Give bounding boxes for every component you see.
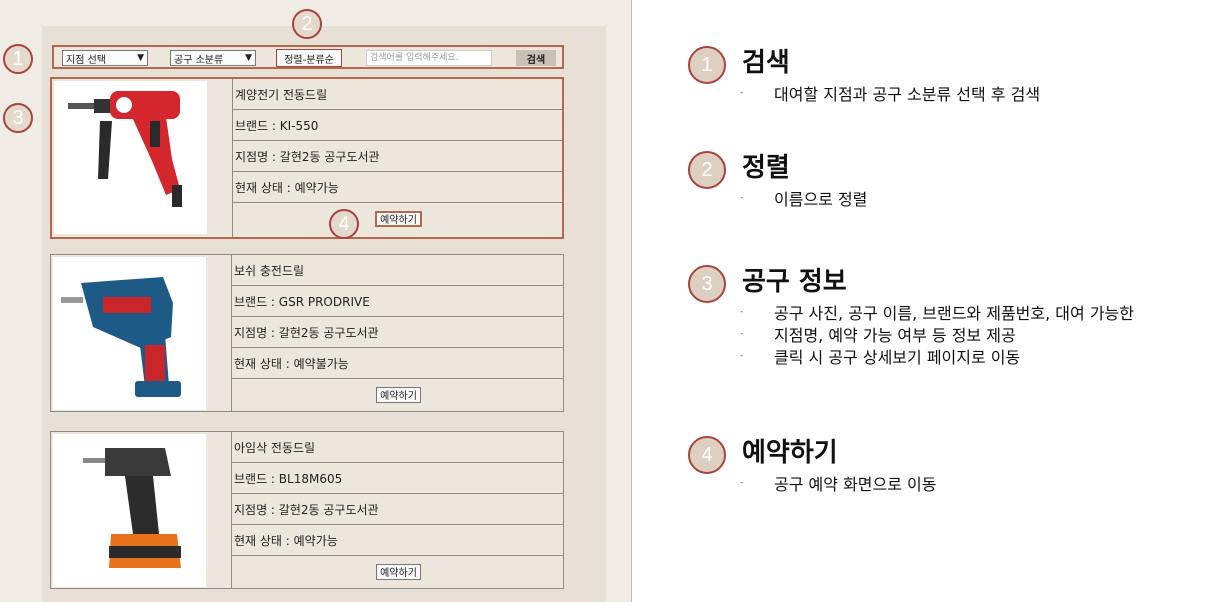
category-select[interactable]: 공구 소분류 ▼ xyxy=(170,50,256,66)
bullet-item: 대여할 지점과 공구 소분류 선택 후 검색 xyxy=(740,82,1040,106)
marker-4: 4 xyxy=(329,209,359,239)
marker-3: 3 xyxy=(3,103,33,133)
reserve-button[interactable]: 예약하기 xyxy=(375,210,422,227)
search-button[interactable]: 검색 xyxy=(516,50,556,66)
section-number: 2 xyxy=(688,151,726,189)
cordless-screwdriver-icon xyxy=(53,257,206,410)
reserve-row: 예약하기 xyxy=(232,379,563,410)
tool-brand: 브랜드 : GSR PRODRIVE xyxy=(232,286,563,317)
section-title: 정렬 xyxy=(742,153,790,183)
tool-name: 계양전기 전동드릴 xyxy=(233,79,562,110)
marker-1: 1 xyxy=(3,44,33,74)
tool-status: 현재 상태 : 예약가능 xyxy=(233,172,562,203)
section-title: 검색 xyxy=(742,48,790,78)
marker-2: 2 xyxy=(292,9,322,39)
section-number: 3 xyxy=(688,265,726,303)
tool-branch: 지점명 : 갈현2동 공구도서관 xyxy=(232,494,563,525)
marker-label: 2 xyxy=(301,12,313,35)
category-select-value: 공구 소분류 xyxy=(174,54,224,66)
section-bullets: 대여할 지점과 공구 소분류 선택 후 검색 xyxy=(740,82,1040,106)
search-input[interactable] xyxy=(366,50,492,66)
chevron-down-icon: ▼ xyxy=(245,53,252,63)
section-bullets: 공구 예약 화면으로 이동 xyxy=(740,472,936,496)
tool-name: 보쉬 충전드릴 xyxy=(232,255,563,286)
bullet-item: 지점명, 예약 가능 여부 등 정보 제공 xyxy=(740,323,1134,347)
section-number: 1 xyxy=(688,46,726,84)
branch-select-value: 지점 선택 xyxy=(66,54,106,66)
corded-drill-icon xyxy=(54,81,207,234)
marker-label: 1 xyxy=(12,47,24,70)
tool-brand: 브랜드 : KI-550 xyxy=(233,110,562,141)
tool-info: 아임삭 전동드릴 브랜드 : BL18M605 지점명 : 갈현2동 공구도서관… xyxy=(231,432,563,588)
reserve-row: 예약하기 xyxy=(232,556,563,587)
chevron-down-icon: ▼ xyxy=(137,53,144,63)
bullet-item: 공구 사진, 공구 이름, 브랜드와 제품번호, 대여 가능한 xyxy=(740,301,1134,325)
bullet-item: 이름으로 정렬 xyxy=(740,187,867,211)
sort-button[interactable]: 정렬-분류순 xyxy=(276,49,342,67)
bullet-item: 클릭 시 공구 상세보기 페이지로 이동 xyxy=(740,345,1134,369)
reserve-row: 예약하기 xyxy=(233,203,562,234)
tool-card[interactable]: 보쉬 충전드릴 브랜드 : GSR PRODRIVE 지점명 : 갈현2동 공구… xyxy=(50,254,564,412)
tool-card[interactable]: 아임삭 전동드릴 브랜드 : BL18M605 지점명 : 갈현2동 공구도서관… xyxy=(50,431,564,589)
section-number: 4 xyxy=(688,436,726,474)
section-title: 예약하기 xyxy=(742,438,838,468)
tool-brand: 브랜드 : BL18M605 xyxy=(232,463,563,494)
reserve-button[interactable]: 예약하기 xyxy=(376,563,421,580)
tool-card[interactable]: 계양전기 전동드릴 브랜드 : KI-550 지점명 : 갈현2동 공구도서관 … xyxy=(50,77,564,239)
section-title: 공구 정보 xyxy=(742,267,847,297)
tool-branch: 지점명 : 갈현2동 공구도서관 xyxy=(233,141,562,172)
section-bullets: 공구 사진, 공구 이름, 브랜드와 제품번호, 대여 가능한 지점명, 예약 … xyxy=(740,301,1134,369)
tool-info: 보쉬 충전드릴 브랜드 : GSR PRODRIVE 지점명 : 갈현2동 공구… xyxy=(231,255,563,411)
bullet-item: 공구 예약 화면으로 이동 xyxy=(740,472,936,496)
tool-status: 현재 상태 : 예약가능 xyxy=(232,525,563,556)
marker-label: 4 xyxy=(338,212,350,235)
branch-select[interactable]: 지점 선택 ▼ xyxy=(62,50,148,66)
section-bullets: 이름으로 정렬 xyxy=(740,187,867,211)
tool-branch: 지점명 : 갈현2동 공구도서관 xyxy=(232,317,563,348)
impact-driver-icon xyxy=(53,434,206,587)
search-bar: 지점 선택 ▼ 공구 소분류 ▼ 정렬-분류순 검색 xyxy=(52,45,564,69)
reserve-button[interactable]: 예약하기 xyxy=(376,386,421,403)
marker-label: 3 xyxy=(12,106,24,129)
tool-status: 현재 상태 : 예약불가능 xyxy=(232,348,563,379)
tool-info: 계양전기 전동드릴 브랜드 : KI-550 지점명 : 갈현2동 공구도서관 … xyxy=(232,79,562,237)
mockup-pane: 1 2 3 지점 선택 ▼ 공구 소분류 ▼ 정렬-분류순 검색어를 입력해주세… xyxy=(0,0,632,602)
tool-name: 아임삭 전동드릴 xyxy=(232,432,563,463)
